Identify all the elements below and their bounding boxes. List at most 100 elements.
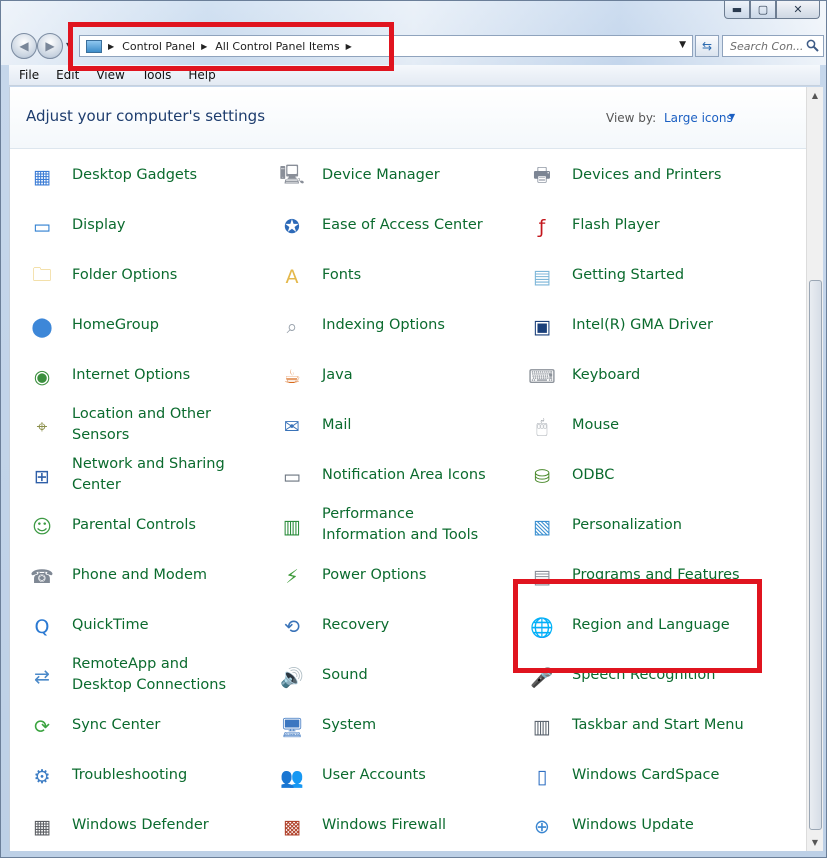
keyboard-icon: ⌨: [528, 366, 556, 388]
control-panel-item-label: Windows CardSpace: [572, 766, 720, 783]
control-panel-item-label: Notification Area Icons: [322, 466, 486, 483]
performance-icon: ▥: [283, 516, 301, 538]
control-panel-item[interactable]: ▦ Desktop Gadgets: [10, 153, 250, 197]
control-panel-item[interactable]: ⌖ Location and Other Sensors: [10, 403, 250, 447]
view-by-label: View by:: [606, 111, 657, 125]
control-panel-item[interactable]: ☕ Java: [260, 353, 500, 397]
control-panel-item-label: Parental Controls: [72, 516, 196, 533]
user-accounts-icon: 👥: [280, 766, 304, 789]
control-panel-item[interactable]: A Fonts: [260, 253, 500, 297]
control-panel-item[interactable]: ⊕ Windows Update: [510, 803, 750, 847]
scroll-up-icon[interactable]: ▲: [807, 87, 823, 104]
maximize-icon[interactable]: ▢: [750, 1, 776, 19]
control-panel-item[interactable]: ▩ Windows Firewall: [260, 803, 500, 847]
highlight-box-region-language: [513, 579, 762, 673]
parental-controls-icon: ☺: [32, 516, 52, 538]
control-panel-item[interactable]: 🔊 Sound: [260, 653, 500, 697]
control-panel-item[interactable]: 🗀 Folder Options: [10, 253, 250, 297]
view-by-selector[interactable]: Large icons: [664, 111, 733, 125]
control-panel-item[interactable]: ⌕ Indexing Options: [260, 303, 500, 347]
control-panel-item[interactable]: ⇄ RemoteApp and Desktop Connections: [10, 653, 250, 697]
control-panel-item-label: Intel(R) GMA Driver: [572, 316, 713, 333]
back-button[interactable]: ◀: [11, 33, 37, 59]
sound-icon: 🔊: [280, 666, 304, 689]
windows-cardspace-icon: ▯: [536, 766, 548, 788]
vertical-scrollbar[interactable]: ▲ ▼: [806, 87, 823, 851]
display-icon: ▭: [33, 216, 51, 238]
control-panel-item[interactable]: ▭ Display: [10, 203, 250, 247]
control-panel-item[interactable]: 🖶 Devices and Printers: [510, 153, 750, 197]
control-panel-item[interactable]: ✪ Ease of Access Center: [260, 203, 500, 247]
refresh-icon: ⇆: [701, 39, 713, 53]
control-panel-item[interactable]: ▦ Windows Defender: [10, 803, 250, 847]
control-panel-item-label: Personalization: [572, 516, 682, 533]
close-icon[interactable]: ✕: [776, 1, 820, 19]
control-panel-item[interactable]: ▯ Windows CardSpace: [510, 753, 750, 797]
taskbar-start-icon: ▥: [533, 716, 551, 738]
arrow-left-icon: ◀: [19, 39, 29, 53]
control-panel-item-label: Mouse: [572, 416, 620, 433]
control-panel-item[interactable]: ⬤ HomeGroup: [10, 303, 250, 347]
forward-button[interactable]: ▶: [37, 33, 63, 59]
folder-options-icon: 🗀: [32, 264, 52, 286]
control-panel-item[interactable]: ✉ Mail: [260, 403, 500, 447]
control-panel-item[interactable]: 🖱 Mouse: [510, 403, 750, 447]
control-panel-item[interactable]: ⌨ Keyboard: [510, 353, 750, 397]
control-panel-item-label: Devices and Printers: [572, 166, 722, 183]
control-panel-item-label: Folder Options: [72, 266, 178, 283]
control-panel-item[interactable]: ▥ Performance Information and Tools: [260, 503, 500, 547]
control-panel-item[interactable]: ⛁ ODBC: [510, 453, 750, 497]
control-panel-item-label: Flash Player: [572, 216, 660, 233]
control-panel-item-label: Getting Started: [572, 266, 685, 283]
search-icon[interactable]: [806, 39, 819, 52]
menu-file[interactable]: File: [9, 68, 46, 82]
remoteapp-icon: ⇄: [34, 666, 50, 688]
control-panel-item-label: System: [322, 716, 377, 733]
control-panel-item-label: Troubleshooting: [72, 766, 188, 783]
control-panel-item[interactable]: ⊞ Network and Sharing Center: [10, 453, 250, 497]
chevron-down-icon[interactable]: ▼: [729, 112, 735, 121]
scroll-down-icon[interactable]: ▼: [807, 834, 823, 851]
control-panel-item[interactable]: ☺ Parental Controls: [10, 503, 250, 547]
control-panel-item[interactable]: ▥ Taskbar and Start Menu: [510, 703, 750, 747]
homegroup-icon: ⬤: [31, 316, 53, 338]
system-icon: 🖥: [279, 716, 305, 739]
intel-gma-icon: ▣: [533, 316, 551, 338]
minimize-icon[interactable]: ▬: [724, 1, 750, 19]
control-panel-item[interactable]: ▧ Personalization: [510, 503, 750, 547]
control-panel-item-label: Ease of Access Center: [322, 216, 483, 233]
control-panel-item[interactable]: 🖥 System: [260, 703, 500, 747]
search-placeholder: Search Con...: [730, 39, 804, 53]
control-panel-item-label: QuickTime: [72, 616, 149, 633]
devices-printers-icon: 🖶: [533, 164, 551, 186]
control-panel-item[interactable]: ☎ Phone and Modem: [10, 553, 250, 597]
recovery-icon: ⟲: [284, 616, 300, 638]
control-panel-item[interactable]: ⚙ Troubleshooting: [10, 753, 250, 797]
device-manager-icon: 🖳: [279, 164, 305, 186]
control-panel-item[interactable]: 👥 User Accounts: [260, 753, 500, 797]
control-panel-item-label: Internet Options: [72, 366, 191, 383]
control-panel-item[interactable]: ⟳ Sync Center: [10, 703, 250, 747]
search-input[interactable]: Search Con...: [722, 35, 824, 57]
scrollbar-thumb[interactable]: [809, 280, 822, 830]
control-panel-item-label: Display: [72, 216, 126, 233]
arrow-right-icon: ▶: [45, 39, 55, 53]
control-panel-item[interactable]: ⚡ Power Options: [260, 553, 500, 597]
control-panel-item[interactable]: ▣ Intel(R) GMA Driver: [510, 303, 750, 347]
control-panel-item[interactable]: ▭ Notification Area Icons: [260, 453, 500, 497]
address-dropdown-icon[interactable]: ▼: [679, 40, 686, 50]
control-panel-item[interactable]: ƒ Flash Player: [510, 203, 750, 247]
control-panel-item[interactable]: ▤ Getting Started: [510, 253, 750, 297]
indexing-options-icon: ⌕: [286, 316, 298, 338]
personalization-icon: ▧: [533, 516, 551, 538]
control-panel-item[interactable]: Q QuickTime: [10, 603, 250, 647]
windows-defender-icon: ▦: [33, 816, 51, 838]
windows-update-icon: ⊕: [534, 816, 550, 838]
control-panel-item[interactable]: 🖳 Device Manager: [260, 153, 500, 197]
getting-started-icon: ▤: [533, 266, 551, 288]
refresh-button[interactable]: ⇆: [695, 35, 719, 57]
control-panel-item-label: Taskbar and Start Menu: [572, 716, 744, 733]
control-panel-item[interactable]: ◉ Internet Options: [10, 353, 250, 397]
control-panel-item[interactable]: ⟲ Recovery: [260, 603, 500, 647]
control-panel-item-label: Windows Update: [572, 816, 694, 833]
